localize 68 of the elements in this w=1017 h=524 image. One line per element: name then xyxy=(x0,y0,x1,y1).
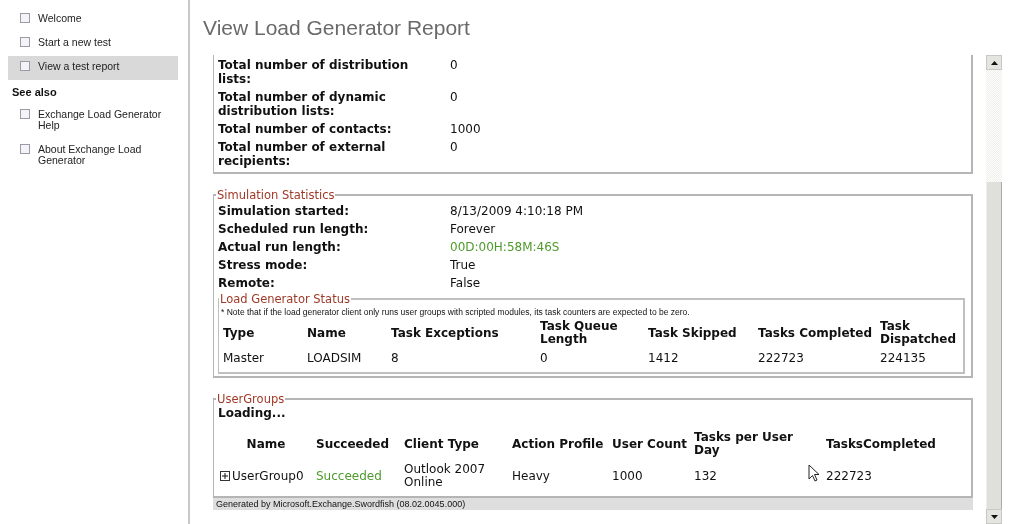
table-cell-text: Heavy xyxy=(511,467,551,485)
table-cell-text: 222723 xyxy=(757,350,805,367)
field-label: Total number of distribution lists: xyxy=(218,58,410,86)
field-label: Scheduled run length: xyxy=(218,222,370,236)
table-cell-text: Outlook 2007 Online xyxy=(403,461,487,491)
field-label: Total number of dynamic distribution lists: xyxy=(218,90,387,118)
column-header: Task Queue Length xyxy=(539,319,619,347)
column-header: Task Exceptions xyxy=(390,324,500,342)
mouse-pointer-icon xyxy=(808,464,820,482)
field-label: Total number of contacts: xyxy=(218,122,393,136)
page-icon xyxy=(20,13,30,23)
column-header: Task Dispatched xyxy=(879,319,958,347)
help-link[interactable]: Exchange Load Generator Help xyxy=(8,104,178,139)
table-cell-text: Master xyxy=(222,350,265,367)
field-value: 1000 xyxy=(450,122,481,136)
page-icon xyxy=(20,109,30,119)
scroll-up-icon[interactable] xyxy=(990,60,998,65)
field-value: 00D:00H:58M:46S xyxy=(450,240,560,254)
expand-icon[interactable] xyxy=(220,470,230,481)
field-label: Stress mode: xyxy=(218,258,309,272)
field-label: Simulation started: xyxy=(218,204,350,218)
nav-link[interactable]: Start a new test xyxy=(8,32,178,56)
page-icon xyxy=(20,61,30,71)
table-cell-text: 8 xyxy=(390,350,400,367)
page-icon xyxy=(20,37,30,47)
column-header: Task Skipped xyxy=(647,324,738,342)
nav-link[interactable]: Welcome xyxy=(8,8,178,32)
loading-text: Loading... xyxy=(218,406,287,422)
column-header: Type xyxy=(222,324,256,342)
field-label: Remote: xyxy=(218,276,276,290)
column-header: TasksCompleted xyxy=(825,435,937,453)
column-header: Name xyxy=(245,435,287,453)
field-label: Actual run length: xyxy=(218,240,342,254)
scroll-down-icon[interactable] xyxy=(990,514,998,519)
column-header: Client Type xyxy=(403,435,480,453)
see-also-heading: See also xyxy=(11,85,58,100)
field-value: False xyxy=(450,276,481,290)
field-label: Total number of external recipients: xyxy=(218,140,387,168)
page-icon xyxy=(20,144,30,154)
field-value: Forever xyxy=(450,222,496,236)
table-cell: 222723 xyxy=(824,458,965,494)
column-header: Succeeded xyxy=(315,435,390,453)
column-header: Tasks Completed xyxy=(757,324,874,342)
field-value: True xyxy=(450,258,476,272)
nav-link[interactable]: View a test report xyxy=(8,56,178,80)
table-cell-text: Succeeded xyxy=(315,467,383,485)
table-cell-text: 224135 xyxy=(879,350,927,367)
section-legend: Load Generator Status xyxy=(219,292,351,306)
footer-text: Generated by Microsoft.Exchange.Swordfish (08.02.0045.000) xyxy=(213,498,973,510)
field-value: 0 xyxy=(450,58,458,74)
help-link[interactable]: About Exchange Load Generator xyxy=(8,139,178,174)
column-header: Tasks per User Day xyxy=(693,430,794,458)
page-title: View Load Generator Report xyxy=(203,16,471,41)
field-value: 0 xyxy=(450,140,458,156)
section-legend: UserGroups xyxy=(216,392,286,406)
note-text: * Note that if the load generator client only runs user groups with scripted modules, its task counters are expected to be zero. xyxy=(221,306,691,319)
column-header: Action Profile xyxy=(511,435,605,453)
table-cell: UserGroup0 xyxy=(218,458,314,494)
table-cell-text: 1000 xyxy=(611,467,644,485)
table-cell-text: LOADSIM xyxy=(306,350,363,367)
table-cell-text: 1412 xyxy=(647,350,680,367)
table-cell: 132 xyxy=(694,468,717,483)
field-value: 0 xyxy=(450,90,458,106)
field-value: 8/13/2009 4:10:18 PM xyxy=(450,204,583,218)
table-cell-text: 0 xyxy=(539,350,549,367)
column-header: User Count xyxy=(611,435,688,453)
column-header: Name xyxy=(306,324,347,342)
section-legend: Simulation Statistics xyxy=(216,188,336,202)
